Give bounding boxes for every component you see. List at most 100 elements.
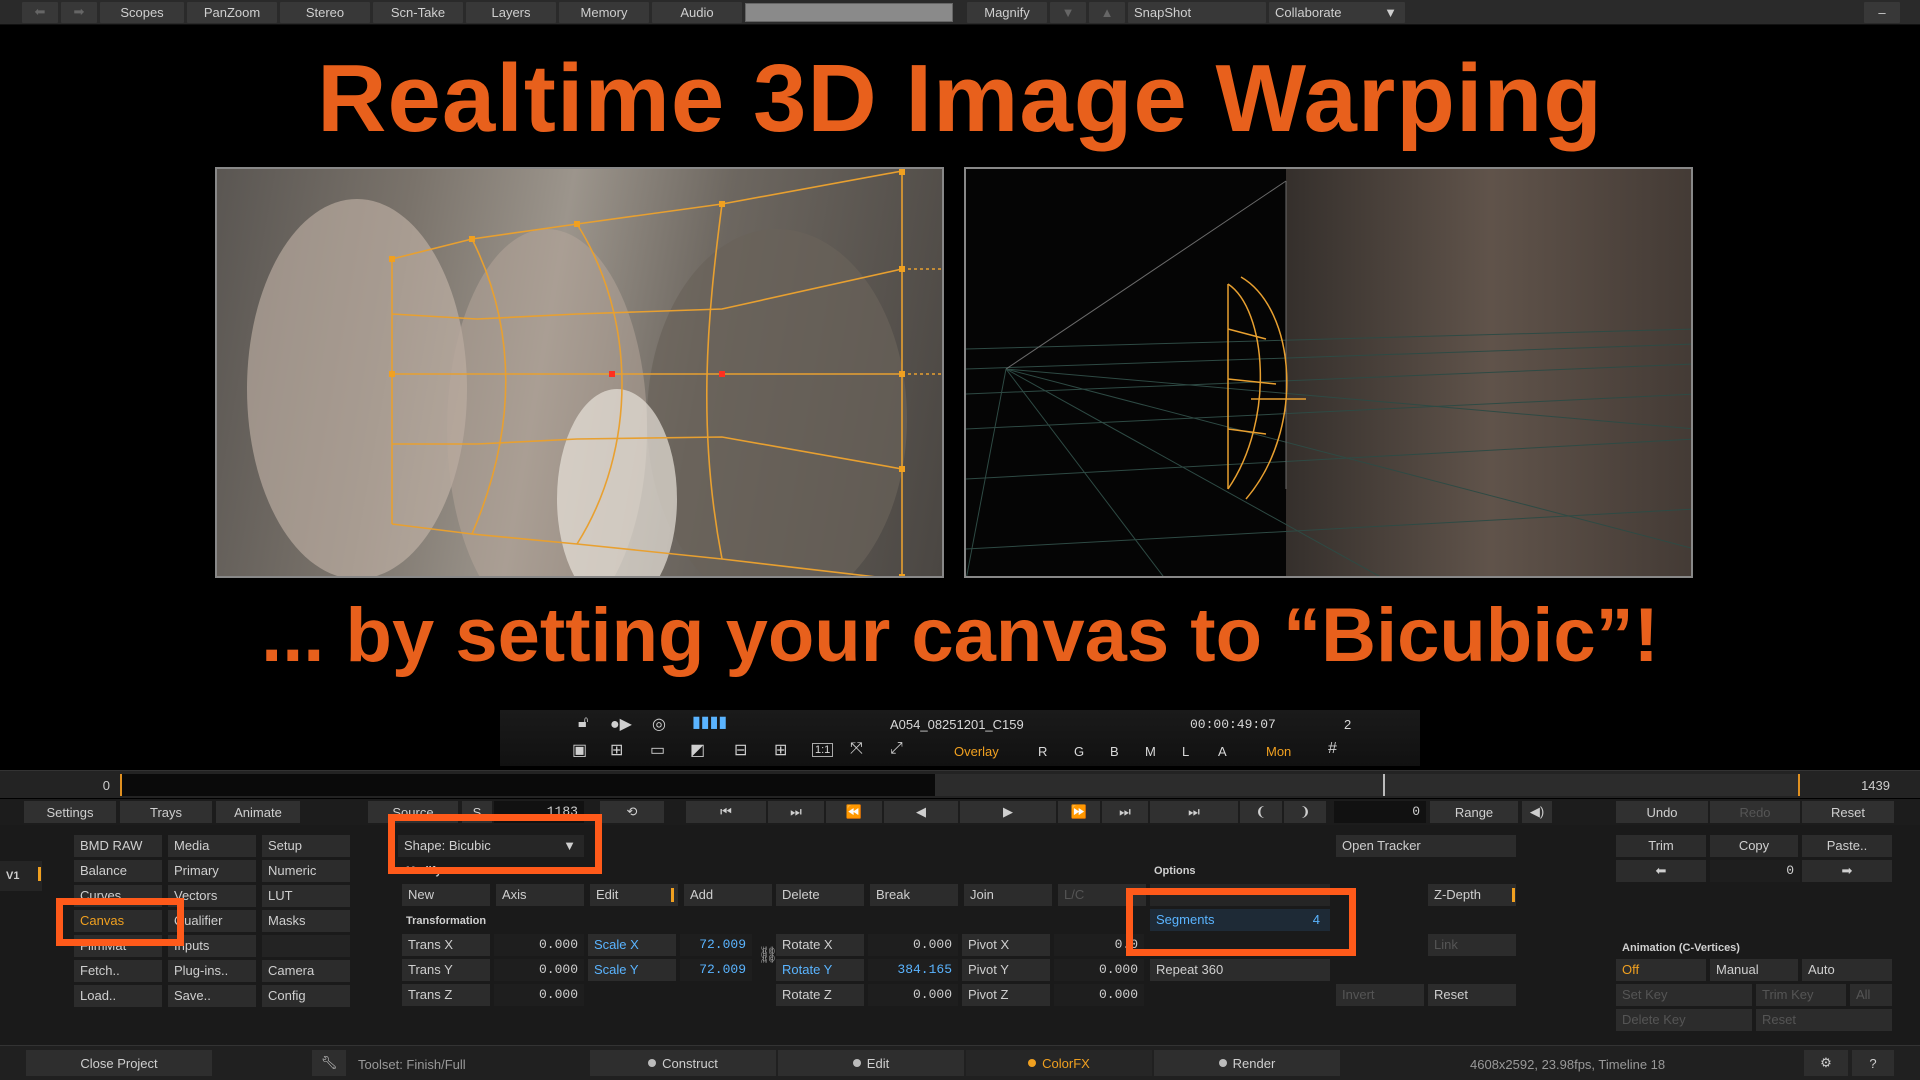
chevron-down-icon[interactable]: ▼ bbox=[1050, 1, 1086, 23]
menu-stereo[interactable]: Stereo bbox=[280, 1, 370, 23]
reset-button[interactable]: Reset bbox=[1802, 801, 1894, 823]
play-reverse-icon[interactable]: ◀ bbox=[884, 801, 958, 823]
edit-button[interactable]: Edit bbox=[590, 884, 680, 906]
tab-render[interactable]: Render bbox=[1154, 1050, 1340, 1076]
mark-out-handle[interactable] bbox=[1798, 774, 1800, 796]
menu-balance[interactable]: Balance bbox=[74, 860, 164, 882]
menu-scopes[interactable]: Scopes bbox=[100, 1, 184, 23]
link-button[interactable]: Link bbox=[1428, 934, 1518, 956]
scale-x-value[interactable]: 72.009 bbox=[680, 934, 752, 956]
menu-plug-ins[interactable]: Plug-ins.. bbox=[168, 960, 258, 982]
monitor-toggle[interactable]: Mon bbox=[1266, 744, 1291, 759]
playhead[interactable] bbox=[1383, 774, 1386, 796]
mark-in-icon[interactable]: ❨ bbox=[1240, 801, 1282, 823]
channel-r[interactable]: R bbox=[1038, 744, 1047, 759]
go-end-icon[interactable]: ⏭ bbox=[1150, 801, 1238, 823]
delete-button[interactable]: Delete bbox=[776, 884, 866, 906]
menu-media[interactable]: Media bbox=[168, 835, 258, 857]
loop-icon[interactable]: ⟲ bbox=[600, 801, 664, 823]
paste-button[interactable]: Paste.. bbox=[1802, 835, 1894, 857]
menu-masks[interactable]: Masks bbox=[262, 910, 352, 932]
viewer-source[interactable] bbox=[215, 167, 944, 578]
menu-config[interactable]: Config bbox=[262, 985, 352, 1007]
tab-construct[interactable]: Construct bbox=[590, 1050, 776, 1076]
copy-button[interactable]: Copy bbox=[1710, 835, 1800, 857]
menu-setup[interactable]: Setup bbox=[262, 835, 352, 857]
pivot-z-value[interactable]: 0.000 bbox=[1054, 984, 1144, 1006]
split-view-icon[interactable]: ⊞ bbox=[610, 740, 623, 760]
forward-arrow-icon[interactable]: ➡ bbox=[61, 1, 97, 23]
menu-numeric[interactable]: Numeric bbox=[262, 860, 352, 882]
next-key-icon[interactable]: ➡ bbox=[1802, 860, 1894, 882]
expand-icon[interactable]: ⤢ bbox=[890, 740, 903, 758]
channel-l[interactable]: L bbox=[1182, 744, 1189, 759]
step-forward-icon[interactable]: ⏭ bbox=[1102, 801, 1148, 823]
step-back-icon[interactable]: ⏭ bbox=[768, 801, 824, 823]
rotate-y-value[interactable]: 384.165 bbox=[868, 959, 958, 981]
mark-in-handle[interactable] bbox=[120, 774, 122, 796]
menu-magnify[interactable]: Magnify bbox=[967, 1, 1047, 23]
collaborate-dropdown[interactable]: Collaborate ▼ bbox=[1269, 1, 1405, 23]
zoom-1to1-button[interactable]: 1:1 bbox=[812, 743, 834, 757]
animate-button[interactable]: Animate bbox=[216, 801, 300, 823]
key-value[interactable]: 0 bbox=[1710, 860, 1800, 882]
axis-button[interactable]: Axis bbox=[496, 884, 586, 906]
chevron-up-icon[interactable]: ▲ bbox=[1089, 1, 1125, 23]
menu-layers[interactable]: Layers bbox=[466, 1, 556, 23]
channel-b[interactable]: B bbox=[1110, 744, 1119, 759]
menu-snapshot[interactable]: SnapShot bbox=[1128, 1, 1266, 23]
trans-y-value[interactable]: 0.000 bbox=[494, 959, 584, 981]
mark-out-icon[interactable]: ❩ bbox=[1284, 801, 1326, 823]
rotate-x-value[interactable]: 0.000 bbox=[868, 934, 958, 956]
key-reset-button[interactable]: Reset bbox=[1756, 1009, 1894, 1031]
z-depth-button[interactable]: Z-Depth bbox=[1428, 884, 1518, 906]
anim-manual-button[interactable]: Manual bbox=[1710, 959, 1800, 981]
channel-a[interactable]: A bbox=[1218, 744, 1227, 759]
channel-m[interactable]: M bbox=[1145, 744, 1156, 759]
globe-icon[interactable]: ◎ bbox=[652, 714, 666, 734]
menu-lut[interactable]: LUT bbox=[262, 885, 352, 907]
tab-colorfx[interactable]: ColorFX bbox=[966, 1050, 1152, 1076]
range-button[interactable]: Range bbox=[1430, 801, 1518, 823]
menu-save[interactable]: Save.. bbox=[168, 985, 258, 1007]
menu-scn-take[interactable]: Scn-Take bbox=[373, 1, 463, 23]
break-button[interactable]: Break bbox=[870, 884, 960, 906]
close-project-button[interactable]: Close Project bbox=[26, 1050, 212, 1076]
menu-camera[interactable]: Camera bbox=[262, 960, 352, 982]
speaker-icon[interactable]: ◀) bbox=[1522, 801, 1552, 823]
zoom-in-icon[interactable]: ⊞ bbox=[774, 740, 787, 760]
wipe-icon[interactable]: ◩ bbox=[690, 740, 705, 760]
prev-frame-icon[interactable]: ⏪ bbox=[826, 801, 882, 823]
fit-icon[interactable]: ⤧ bbox=[850, 740, 863, 758]
anim-auto-button[interactable]: Auto bbox=[1802, 959, 1894, 981]
prev-key-icon[interactable]: ⬅ bbox=[1616, 860, 1708, 882]
go-start-icon[interactable]: ⏮ bbox=[686, 801, 766, 823]
gear-icon[interactable]: ⚙ bbox=[1804, 1050, 1848, 1076]
zoom-out-icon[interactable]: ⊟ bbox=[734, 740, 747, 760]
frame-value[interactable]: 0 bbox=[1334, 801, 1426, 823]
join-button[interactable]: Join bbox=[964, 884, 1054, 906]
wrench-icon[interactable]: 🔧︎ bbox=[312, 1050, 346, 1076]
playback-mode-icon[interactable]: ●▶ bbox=[610, 714, 632, 734]
play-icon[interactable]: ▶ bbox=[960, 801, 1056, 823]
menu-audio[interactable]: Audio bbox=[652, 1, 742, 23]
magnify-slider[interactable] bbox=[745, 2, 953, 22]
all-button[interactable]: All bbox=[1850, 984, 1894, 1006]
trim-button[interactable]: Trim bbox=[1616, 835, 1708, 857]
warp-grid-overlay[interactable] bbox=[217, 169, 944, 578]
add-button[interactable]: Add bbox=[684, 884, 774, 906]
safe-area-icon[interactable]: ▣ bbox=[572, 740, 587, 760]
menu-load[interactable]: Load.. bbox=[74, 985, 164, 1007]
trans-x-value[interactable]: 0.000 bbox=[494, 934, 584, 956]
overlay-toggle[interactable]: Overlay bbox=[954, 744, 999, 759]
scale-y-value[interactable]: 72.009 bbox=[680, 959, 752, 981]
trans-z-value[interactable]: 0.000 bbox=[494, 984, 584, 1006]
menu-bmd-raw[interactable]: BMD RAW bbox=[74, 835, 164, 857]
invert-button[interactable]: Invert bbox=[1336, 984, 1426, 1006]
timeline-scrubber[interactable]: 0 1439 bbox=[0, 770, 1920, 798]
back-arrow-icon[interactable]: ⬅ bbox=[22, 1, 58, 23]
trays-button[interactable]: Trays bbox=[120, 801, 212, 823]
trim-key-button[interactable]: Trim Key bbox=[1756, 984, 1848, 1006]
minimize-button[interactable]: – bbox=[1864, 1, 1900, 23]
compare-icon[interactable]: ▭ bbox=[650, 740, 665, 760]
